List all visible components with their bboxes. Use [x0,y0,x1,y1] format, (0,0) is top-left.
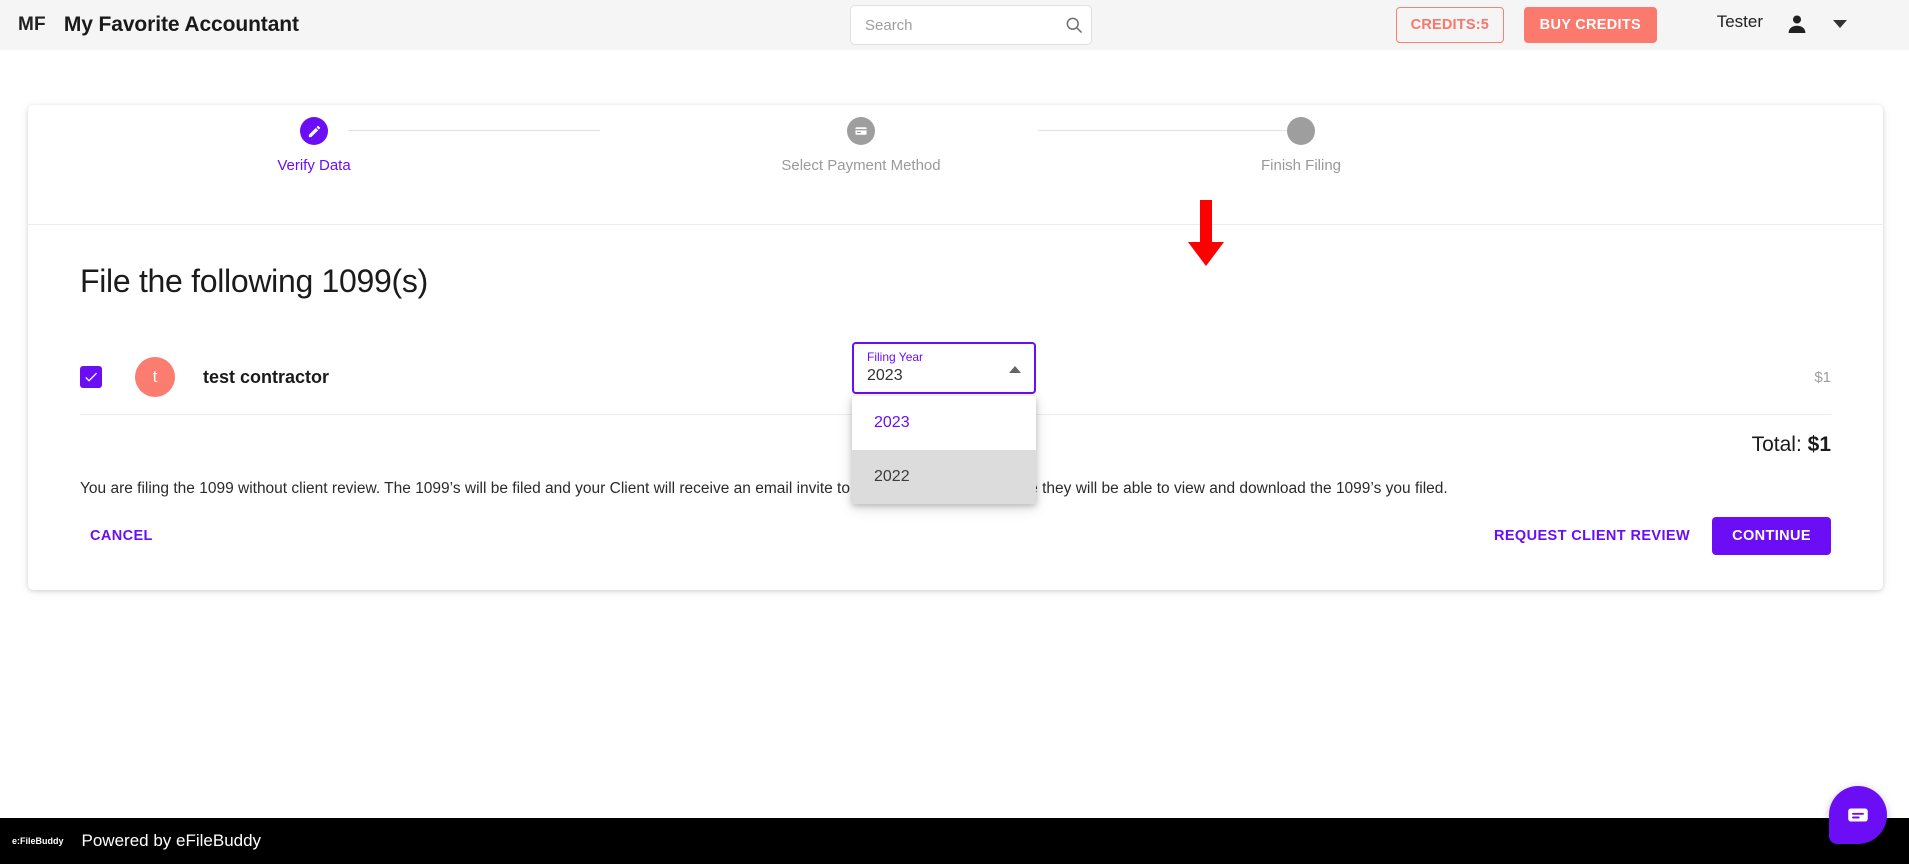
chevron-down-icon[interactable] [1833,20,1847,28]
progress-stepper: Verify Data Select Payment Method Finish… [28,105,1883,225]
stepper-step-finish-filing[interactable]: Finish Filing [1191,117,1411,174]
card-body: File the following 1099(s) t test contra… [28,263,1883,557]
brand-name: My Favorite Accountant [63,13,299,36]
credits-button[interactable]: CREDITS:5 [1395,7,1504,43]
filing-year-select[interactable]: Filing Year 2023 [852,342,1036,394]
footer-text: Powered by eFileBuddy [81,831,262,850]
search-input[interactable] [865,16,1064,34]
chevron-up-icon[interactable] [1009,366,1021,373]
page-footer: e:FileBuddy Powered by eFileBuddy [0,818,1909,864]
cancel-button[interactable]: CANCEL [80,520,163,552]
page-title: File the following 1099(s) [80,263,428,299]
user-name-label: Tester [1716,12,1763,31]
search-icon[interactable] [1064,15,1084,35]
filing-year-dropdown-menu[interactable]: 2023 2022 [852,396,1036,504]
chat-message-icon [1848,808,1868,822]
app-header: MF My Favorite Accountant CREDITS:5 BUY … [0,0,1909,50]
search-box[interactable] [850,5,1092,45]
stepper-circle-3 [1287,117,1315,145]
card-actions: CANCEL REQUEST CLIENT REVIEW CONTINUE [80,515,1831,557]
filing-year-option-2022[interactable]: 2022 [852,450,1036,504]
footer-logo: e:FileBuddy [12,836,64,846]
pencil-icon [308,125,320,137]
contractor-name: test contractor [203,366,330,387]
check-icon [85,372,97,382]
stepper-circle-1 [300,117,328,145]
total-amount: $1 [1807,433,1831,456]
filing-year-option-2023[interactable]: 2023 [852,396,1036,450]
stepper-step-verify-data[interactable]: Verify Data [204,117,424,174]
total-prefix: Total: [1751,433,1808,456]
card-actions-right: REQUEST CLIENT REVIEW CONTINUE [1484,517,1831,556]
person-icon[interactable] [1785,12,1809,36]
stepper-label-2: Select Payment Method [781,157,941,174]
request-client-review-button[interactable]: REQUEST CLIENT REVIEW [1484,520,1700,552]
row-price: $1 [1814,368,1831,386]
avatar: t [135,357,175,397]
filing-row-checkbox[interactable] [80,366,102,388]
stepper-label-3: Finish Filing [1260,157,1342,174]
stepper-step-select-payment[interactable]: Select Payment Method [751,117,971,174]
buy-credits-button[interactable]: BUY CREDITS [1523,7,1657,43]
filing-year-value: 2023 [867,367,903,384]
filing-year-label: Filing Year [867,350,924,364]
payment-card-icon [855,127,867,135]
filing-row: t test contractor Filing Year 2023 2023 … [80,340,1831,504]
brand-logo-mark: MF [18,14,46,35]
continue-button[interactable]: CONTINUE [1712,517,1831,556]
stepper-label-1: Verify Data [277,157,351,174]
stepper-circle-2 [847,117,875,145]
chat-widget-button[interactable] [1829,786,1887,844]
filing-card: Verify Data Select Payment Method Finish… [28,105,1883,590]
